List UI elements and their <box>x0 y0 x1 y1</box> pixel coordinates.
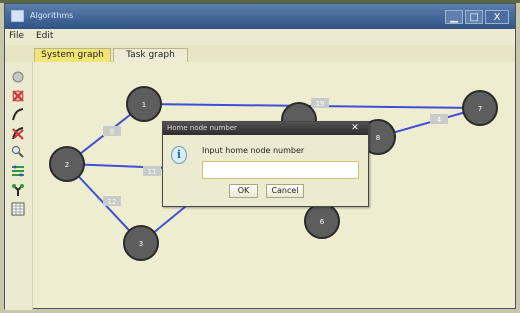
layout-icon[interactable] <box>11 164 25 178</box>
app-icon <box>11 10 24 22</box>
delete-edge-icon[interactable] <box>11 126 25 140</box>
edge-weight-label: 8 <box>110 128 114 136</box>
dialog-title: Home node number <box>167 124 237 132</box>
table-icon[interactable] <box>11 202 25 216</box>
maximize-button[interactable]: □ <box>465 10 483 24</box>
tool-palette <box>5 62 33 310</box>
node-label: 2 <box>65 161 69 169</box>
home-node-input[interactable] <box>202 161 359 179</box>
close-button[interactable]: X <box>485 10 509 24</box>
minimize-button[interactable]: ▁ <box>445 10 463 24</box>
node-label: 6 <box>320 218 325 226</box>
menu-edit[interactable]: Edit <box>36 31 53 41</box>
cancel-button[interactable]: Cancel <box>266 184 304 198</box>
dialog-close-icon[interactable]: ✕ <box>347 122 363 134</box>
tab-task-graph[interactable]: Task graph <box>113 48 188 62</box>
info-icon: i <box>171 146 187 164</box>
edge-weight-label: 12 <box>108 198 117 206</box>
node-label: 1 <box>142 101 146 109</box>
menu-file[interactable]: File <box>9 31 24 41</box>
window-controls: ▁ □ X <box>445 10 509 24</box>
home-node-prompt: Input home node number <box>202 146 305 155</box>
tree-icon[interactable] <box>11 183 25 197</box>
circle-icon[interactable] <box>11 70 25 84</box>
edge-weight-label: 4 <box>437 116 442 124</box>
tab-system-graph[interactable]: System graph <box>34 48 111 62</box>
node-label: 7 <box>478 105 482 113</box>
zoom-icon[interactable] <box>11 145 25 159</box>
edge-weight-label: 11 <box>148 168 157 176</box>
title-bar[interactable]: Algorithms ▁ □ X <box>5 4 515 29</box>
tab-bar: System graph Task graph <box>5 45 515 63</box>
home-node-dialog: Home node number ✕ i Input home node num… <box>162 121 369 207</box>
edge-icon[interactable] <box>11 107 25 121</box>
node-label: 8 <box>376 134 380 142</box>
window-title: Algorithms <box>30 11 74 20</box>
node-label: 3 <box>139 240 143 248</box>
menu-bar: File Edit <box>5 29 515 45</box>
edge-weight-label: 19 <box>316 100 325 108</box>
ok-button[interactable]: OK <box>229 184 258 198</box>
dialog-title-bar[interactable]: Home node number ✕ <box>163 122 368 135</box>
delete-node-icon[interactable] <box>11 89 25 103</box>
